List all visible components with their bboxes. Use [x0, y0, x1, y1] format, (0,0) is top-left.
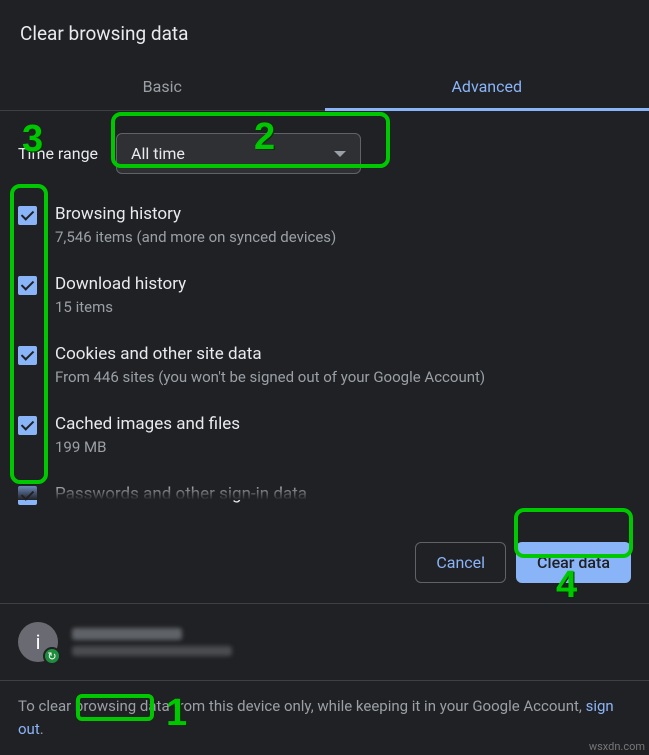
checkbox-browsing-history[interactable] — [18, 206, 37, 225]
cancel-button[interactable]: Cancel — [415, 542, 506, 583]
time-range-value: All time — [131, 144, 185, 163]
time-range-row: Time range All time — [0, 111, 649, 184]
list-item: Passwords and other sign-in data — [18, 472, 631, 524]
clear-browsing-data-dialog: Clear browsing data Basic Advanced Time … — [0, 0, 649, 744]
data-type-list: Browsing history 7,546 items (and more o… — [0, 184, 649, 524]
time-range-label: Time range — [18, 144, 98, 163]
list-item: Browsing history 7,546 items (and more o… — [18, 192, 631, 262]
tab-advanced[interactable]: Advanced — [325, 63, 649, 110]
list-item: Download history 15 items — [18, 262, 631, 332]
footer-pre: To clear browsing data from this device … — [18, 697, 586, 715]
item-desc: 199 MB — [55, 438, 631, 456]
account-info — [72, 628, 232, 656]
item-desc: From 446 sites (you won't be signed out … — [55, 368, 631, 386]
avatar: i — [18, 622, 58, 662]
dialog-buttons: Cancel Clear data — [0, 524, 649, 603]
item-title: Browsing history — [55, 204, 631, 224]
item-title: Cookies and other site data — [55, 344, 631, 364]
clear-data-button[interactable]: Clear data — [516, 542, 631, 583]
account-row: i — [0, 604, 649, 680]
sync-icon — [43, 647, 61, 665]
watermark: wsxdn.com — [589, 740, 645, 753]
list-item: Cookies and other site data From 446 sit… — [18, 332, 631, 402]
account-email-redacted — [72, 646, 232, 656]
checkbox-download-history[interactable] — [18, 276, 37, 295]
item-title: Download history — [55, 274, 631, 294]
item-title: Passwords and other sign-in data — [55, 484, 631, 504]
account-name-redacted — [72, 628, 182, 640]
dialog-title: Clear browsing data — [0, 0, 649, 63]
footer-post: . — [40, 720, 44, 738]
avatar-initial: i — [36, 630, 41, 654]
item-desc: 7,546 items (and more on synced devices) — [55, 228, 631, 246]
checkbox-passwords[interactable] — [18, 486, 37, 505]
checkbox-cookies[interactable] — [18, 346, 37, 365]
time-range-dropdown[interactable]: All time — [116, 133, 361, 174]
checkbox-cache[interactable] — [18, 416, 37, 435]
tabs: Basic Advanced — [0, 63, 649, 111]
item-desc: 15 items — [55, 298, 631, 316]
footer-text: To clear browsing data from this device … — [0, 681, 649, 744]
list-item: Cached images and files 199 MB — [18, 402, 631, 472]
tab-basic[interactable]: Basic — [0, 63, 325, 110]
item-title: Cached images and files — [55, 414, 631, 434]
